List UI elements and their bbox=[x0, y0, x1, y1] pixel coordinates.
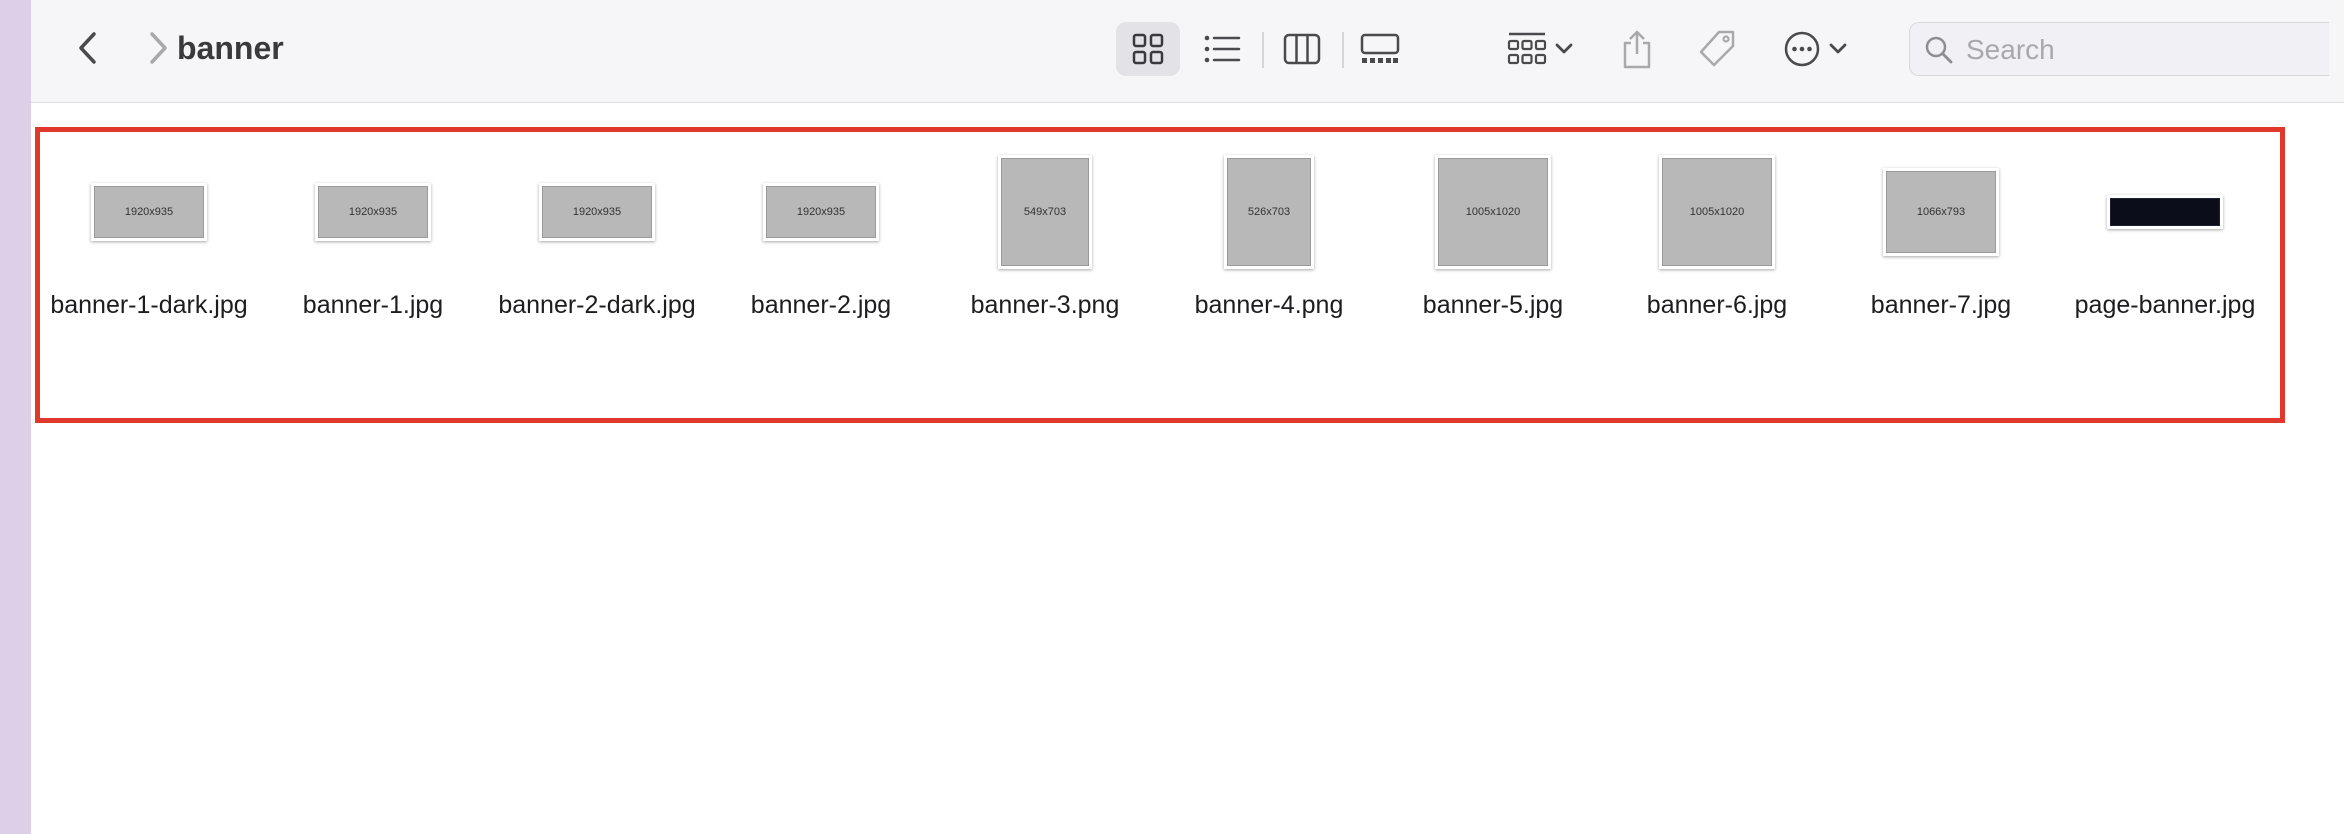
file-name: banner-2.jpg bbox=[750, 291, 892, 319]
grid-icon bbox=[1132, 33, 1164, 65]
file-name: banner-7.jpg bbox=[1870, 291, 2012, 319]
file-thumbnail-area: 1066x793 bbox=[1836, 147, 2046, 277]
forward-button[interactable] bbox=[136, 26, 180, 70]
thumbnail-dimensions-label: 1920x935 bbox=[94, 186, 204, 238]
file-name: banner-1.jpg bbox=[302, 291, 444, 319]
file-item[interactable]: page-banner.jpg bbox=[2060, 147, 2270, 367]
file-thumbnail: 1005x1020 bbox=[1659, 155, 1775, 269]
gallery-view-button[interactable] bbox=[1348, 22, 1412, 76]
toolbar-divider bbox=[1342, 32, 1344, 68]
file-thumbnail: 1920x935 bbox=[315, 183, 431, 241]
tag-icon bbox=[1699, 30, 1735, 67]
file-thumbnail-area: 1920x935 bbox=[716, 147, 926, 277]
share-button[interactable] bbox=[1612, 22, 1662, 76]
file-name: banner-1-dark.jpg bbox=[50, 291, 248, 319]
thumbnail-dimensions-label: 1005x1020 bbox=[1438, 158, 1548, 266]
file-thumbnail-area: 1920x935 bbox=[44, 147, 254, 277]
folder-title: banner bbox=[177, 30, 284, 66]
file-thumbnail-area: 1005x1020 bbox=[1388, 147, 1598, 277]
file-item[interactable]: 1066x793 banner-7.jpg bbox=[1836, 147, 2046, 367]
tag-button[interactable] bbox=[1690, 22, 1744, 76]
column-view-button[interactable] bbox=[1270, 22, 1334, 76]
thumbnail-dimensions-label bbox=[2110, 198, 2220, 226]
gallery-icon bbox=[1360, 33, 1400, 63]
file-thumbnail bbox=[2107, 195, 2223, 229]
list-icon bbox=[1204, 35, 1241, 63]
file-thumbnail-area: 549x703 bbox=[940, 147, 1150, 277]
file-item[interactable]: 1920x935 banner-1-dark.jpg bbox=[44, 147, 254, 367]
toolbar-divider bbox=[1262, 32, 1264, 68]
search-field[interactable] bbox=[1909, 22, 2329, 76]
file-thumbnail-area bbox=[2060, 147, 2270, 277]
file-thumbnail: 1920x935 bbox=[539, 183, 655, 241]
chevron-left-icon bbox=[79, 32, 96, 64]
thumbnail-dimensions-label: 526x703 bbox=[1227, 158, 1311, 266]
share-icon bbox=[1623, 30, 1651, 69]
file-item[interactable]: 1920x935 banner-2-dark.jpg bbox=[492, 147, 702, 367]
search-input[interactable] bbox=[1964, 31, 2308, 69]
thumbnail-dimensions-label: 1920x935 bbox=[542, 186, 652, 238]
file-item[interactable]: 1920x935 banner-2.jpg bbox=[716, 147, 926, 367]
ellipsis-circle-icon bbox=[1784, 31, 1820, 67]
thumbnail-dimensions-label: 1066x793 bbox=[1886, 171, 1996, 253]
thumbnail-dimensions-label: 1920x935 bbox=[766, 186, 876, 238]
group-grid-icon bbox=[1507, 32, 1547, 65]
file-thumbnail-area: 526x703 bbox=[1164, 147, 1374, 277]
file-thumbnail-area: 1920x935 bbox=[268, 147, 478, 277]
file-name: banner-5.jpg bbox=[1422, 291, 1564, 319]
file-name: page-banner.jpg bbox=[2074, 291, 2256, 319]
thumbnail-dimensions-label: 1005x1020 bbox=[1662, 158, 1772, 266]
list-view-button[interactable] bbox=[1190, 22, 1254, 76]
more-actions-button[interactable] bbox=[1776, 22, 1856, 76]
file-thumbnail: 526x703 bbox=[1224, 155, 1314, 269]
search-icon bbox=[1924, 35, 1954, 65]
file-thumbnail: 1066x793 bbox=[1883, 168, 1999, 256]
file-item[interactable]: 1920x935 banner-1.jpg bbox=[268, 147, 478, 367]
file-item[interactable]: 1005x1020 banner-6.jpg bbox=[1612, 147, 1822, 367]
columns-icon bbox=[1283, 33, 1321, 65]
thumbnail-dimensions-label: 1920x935 bbox=[318, 186, 428, 238]
back-button[interactable] bbox=[66, 26, 110, 70]
thumbnail-dimensions-label: 549x703 bbox=[1001, 158, 1089, 266]
file-name: banner-6.jpg bbox=[1646, 291, 1788, 319]
chevron-down-icon bbox=[1555, 43, 1573, 54]
file-name: banner-2-dark.jpg bbox=[498, 291, 696, 319]
group-by-button[interactable] bbox=[1500, 22, 1582, 76]
file-thumbnail-area: 1920x935 bbox=[492, 147, 702, 277]
file-item[interactable]: 526x703 banner-4.png bbox=[1164, 147, 1374, 367]
file-name: banner-3.png bbox=[970, 291, 1120, 319]
file-thumbnail-area: 1005x1020 bbox=[1612, 147, 1822, 277]
file-item[interactable]: 549x703 banner-3.png bbox=[940, 147, 1150, 367]
file-thumbnail: 1920x935 bbox=[91, 183, 207, 241]
file-thumbnail: 549x703 bbox=[998, 155, 1092, 269]
file-item[interactable]: 1005x1020 banner-5.jpg bbox=[1388, 147, 1598, 367]
chevron-down-icon bbox=[1829, 43, 1847, 54]
chevron-right-icon bbox=[150, 32, 167, 64]
file-thumbnail: 1920x935 bbox=[763, 183, 879, 241]
icon-view-button[interactable] bbox=[1116, 22, 1180, 76]
file-thumbnail: 1005x1020 bbox=[1435, 155, 1551, 269]
file-name: banner-4.png bbox=[1194, 291, 1344, 319]
sidebar-edge bbox=[0, 0, 31, 834]
finder-window: banner Search 1920x935 banner-1-dark.jpg… bbox=[0, 0, 2344, 834]
